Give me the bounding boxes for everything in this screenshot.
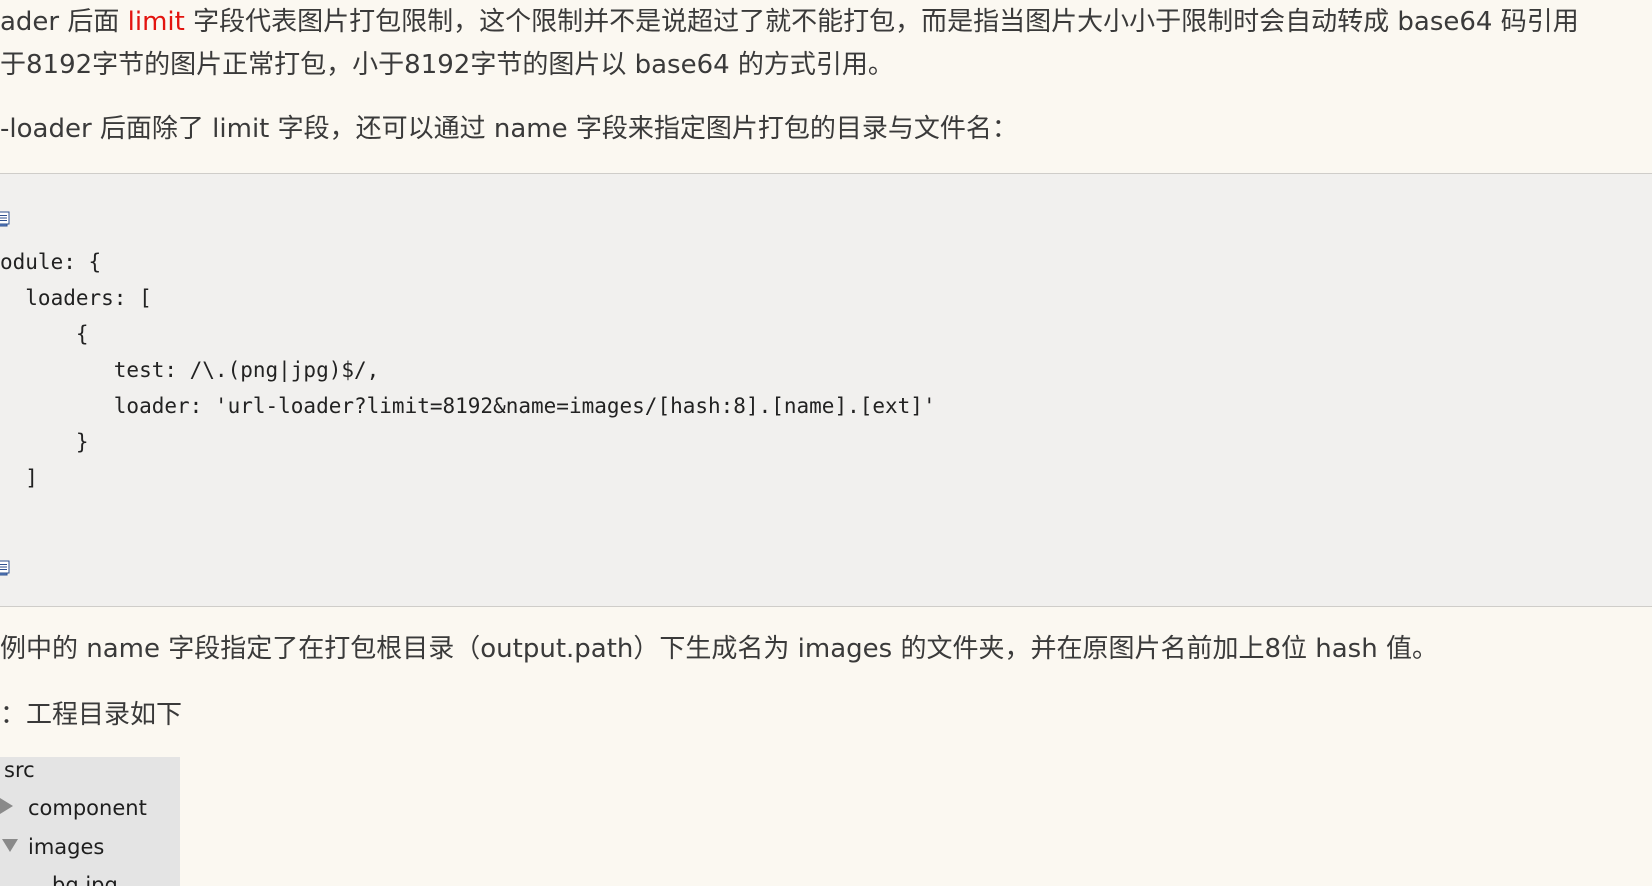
tree-root-src[interactable]: src — [4, 757, 35, 783]
limit-keyword: limit — [127, 7, 185, 37]
paragraph-project-dir: ：工程目录如下 — [0, 700, 183, 730]
copy-code-icon[interactable] — [0, 560, 10, 576]
code-line: test: /\.(png|jpg)$/, — [0, 358, 380, 382]
paragraph-limit-description: ader 后面 limit 字段代表图片打包限制，这个限制并不是说超过了就不能打… — [0, 6, 1579, 38]
tree-folder-component[interactable]: component — [28, 795, 147, 821]
paragraph-text: ader 后面 — [0, 7, 128, 37]
code-line: loaders: [ — [0, 286, 152, 310]
paragraph-name-field: -loader 后面除了 limit 字段，还可以通过 name 字段来指定图片… — [0, 114, 1018, 144]
code-line: odule: { — [0, 250, 102, 274]
collapsed-arrow-icon[interactable] — [0, 798, 13, 814]
code-line: { — [0, 322, 89, 346]
code-line: loader: 'url-loader?limit=8192&name=imag… — [0, 394, 936, 418]
tree-file-bg-jpg[interactable]: bg.jpg — [52, 872, 118, 886]
project-file-tree: src component images bg.jpg — [0, 757, 180, 886]
code-block: odule: { loaders: [ { test: /\.(png|jpg)… — [0, 173, 1652, 607]
paragraph-output-path: 例中的 name 字段指定了在打包根目录（output.path）下生成名为 i… — [0, 634, 1438, 664]
paragraph-8192-description: 于8192字节的图片正常打包，小于8192字节的图片以 base64 的方式引用… — [0, 50, 894, 80]
copy-code-icon[interactable] — [0, 211, 10, 227]
expanded-arrow-icon[interactable] — [2, 839, 18, 852]
code-line: } — [0, 430, 89, 454]
tree-folder-images[interactable]: images — [28, 834, 104, 860]
code-line: ] — [0, 466, 38, 490]
paragraph-text: 字段代表图片打包限制，这个限制并不是说超过了就不能打包，而是指当图片大小小于限制… — [184, 7, 1579, 37]
